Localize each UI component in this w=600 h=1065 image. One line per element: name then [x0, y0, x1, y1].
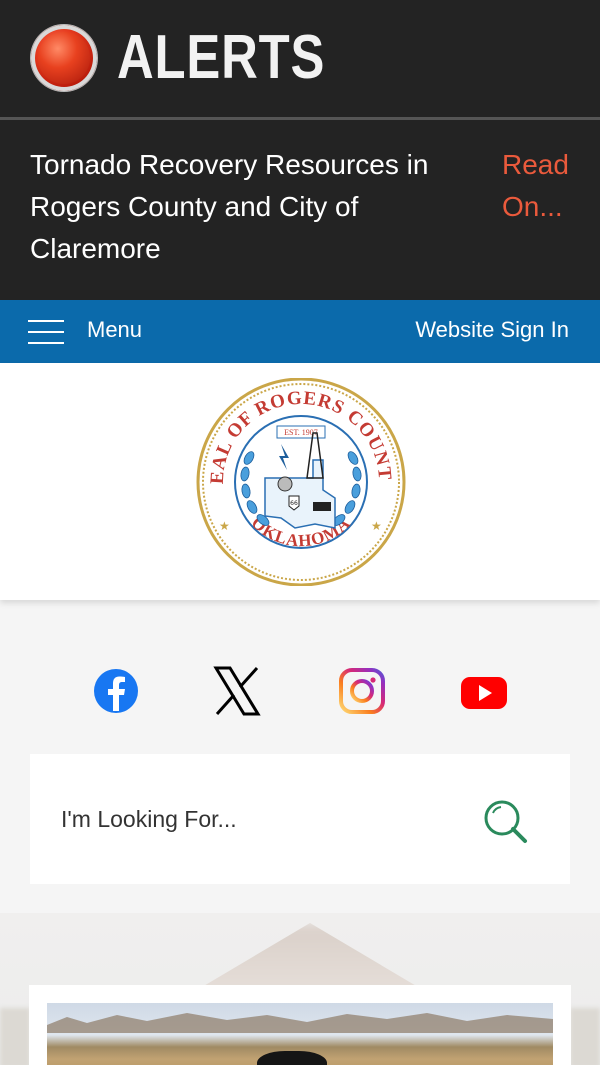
search-input[interactable]: I'm Looking For... — [61, 806, 237, 833]
search-box[interactable]: I'm Looking For... — [30, 754, 570, 884]
hamburger-menu-icon[interactable] — [28, 320, 64, 344]
hero-photo — [47, 1003, 553, 1065]
menu-button[interactable]: Menu — [87, 317, 142, 343]
facebook-icon[interactable] — [92, 665, 140, 717]
hero-card — [29, 985, 571, 1065]
nav-bar: Menu Website Sign In — [0, 300, 600, 363]
hero-cattle — [257, 1051, 327, 1065]
hero-edge-left — [0, 1008, 30, 1065]
read-on-link[interactable]: Read On... — [502, 144, 582, 228]
youtube-icon[interactable] — [460, 665, 508, 717]
hero-banner — [0, 913, 600, 1065]
x-icon[interactable] — [213, 665, 261, 717]
social-links — [0, 665, 600, 720]
search-icon[interactable] — [482, 798, 528, 844]
alert-message[interactable]: Tornado Recovery Resources in Rogers Cou… — [30, 144, 470, 270]
hero-trees-graphic — [47, 1013, 553, 1033]
alert-panel: Tornado Recovery Resources in Rogers Cou… — [0, 120, 600, 300]
seal-star-right: ★ — [371, 519, 382, 533]
seal-star-left: ★ — [219, 519, 230, 533]
instagram-icon[interactable] — [338, 665, 386, 717]
seal-route-text: 66 — [290, 500, 298, 507]
alerts-header: ALERTS — [0, 0, 600, 117]
hero-edge-right — [570, 1008, 600, 1065]
county-seal-logo[interactable]: SEAL OF ROGERS COUNTY OKLAHOMA ★ ★ EST. … — [195, 378, 407, 586]
website-sign-in-link[interactable]: Website Sign In — [415, 317, 569, 343]
alerts-title: ALERTS — [117, 23, 326, 92]
logo-panel: SEAL OF ROGERS COUNTY OKLAHOMA ★ ★ EST. … — [0, 363, 600, 600]
alert-icon — [31, 25, 97, 91]
